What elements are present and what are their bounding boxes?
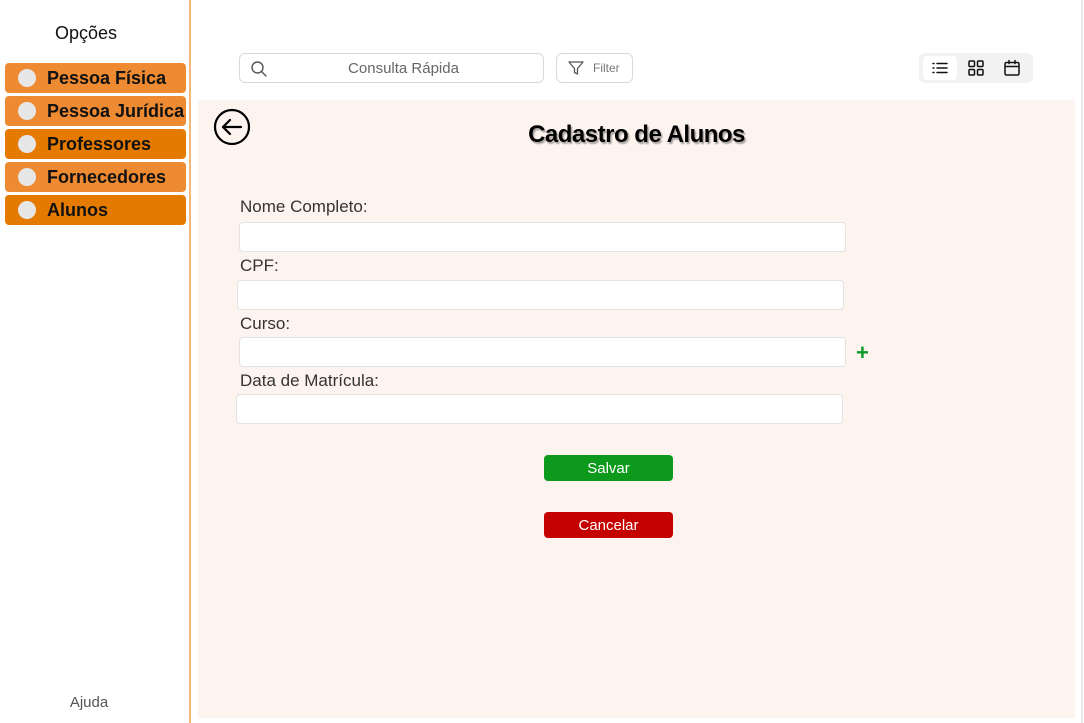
nome-completo-field[interactable] bbox=[239, 222, 846, 252]
sidebar-item-label: Professores bbox=[47, 133, 152, 154]
sidebar-item-pessoa-fisica[interactable]: Pessoa Física bbox=[5, 63, 186, 93]
cpf-label: CPF: bbox=[240, 256, 279, 275]
save-button[interactable]: Salvar bbox=[544, 455, 673, 481]
sidebar-item-professores[interactable]: Professores bbox=[5, 129, 186, 159]
page-title: Cadastro de Alunos bbox=[528, 121, 745, 148]
list-view-icon[interactable] bbox=[923, 56, 957, 80]
sidebar-title: Opções bbox=[54, 23, 118, 43]
data-matricula-label: Data de Matrícula: bbox=[240, 371, 379, 390]
sidebar-item-label: Fornecedores bbox=[47, 166, 167, 187]
filter-button[interactable]: Filter bbox=[556, 53, 633, 83]
curso-label: Curso: bbox=[240, 314, 291, 333]
grid-view-icon[interactable] bbox=[959, 56, 993, 80]
circle-icon bbox=[18, 135, 36, 153]
sidebar-item-label: Pessoa Jurídica bbox=[47, 100, 185, 121]
sidebar-item-label: Pessoa Física bbox=[47, 67, 167, 88]
calendar-view-icon[interactable] bbox=[995, 56, 1029, 80]
divider bbox=[1081, 0, 1083, 723]
sidebar-item-fornecedores[interactable]: Fornecedores bbox=[5, 162, 186, 192]
circle-icon bbox=[18, 102, 36, 120]
curso-field[interactable] bbox=[239, 337, 846, 367]
app-window: Opções Pessoa Física Pessoa Jurídica Pro… bbox=[0, 0, 1084, 723]
circle-icon bbox=[18, 69, 36, 87]
cancel-button[interactable]: Cancelar bbox=[544, 512, 673, 538]
plus-icon[interactable]: + bbox=[856, 342, 872, 364]
data-matricula-field[interactable] bbox=[236, 394, 843, 424]
circle-icon bbox=[18, 201, 36, 219]
nome-completo-label: Nome Completo: bbox=[240, 197, 368, 216]
sidebar-item-pessoa-juridica[interactable]: Pessoa Jurídica bbox=[5, 96, 186, 126]
search-box[interactable] bbox=[239, 53, 544, 83]
circle-icon bbox=[18, 168, 36, 186]
sidebar-item-label: Alunos bbox=[47, 199, 108, 220]
filter-label: Filter bbox=[593, 61, 620, 75]
view-switcher bbox=[919, 53, 1033, 83]
search-icon bbox=[250, 60, 268, 83]
help-link[interactable]: Ajuda bbox=[0, 694, 178, 711]
filter-icon bbox=[567, 59, 585, 77]
sidebar-item-alunos[interactable]: Alunos bbox=[5, 195, 186, 225]
cpf-field[interactable] bbox=[237, 280, 844, 310]
sidebar: Opções Pessoa Física Pessoa Jurídica Pro… bbox=[0, 0, 191, 723]
search-input[interactable] bbox=[240, 54, 543, 82]
